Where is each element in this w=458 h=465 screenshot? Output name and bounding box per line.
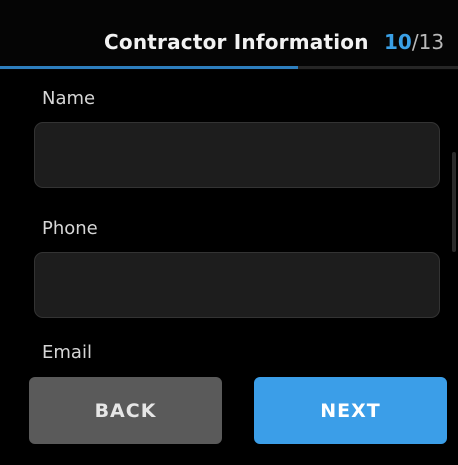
step-separator: / [411, 30, 419, 54]
footer-bar: BACK NEXT [0, 368, 458, 465]
progress-bar-fill [0, 66, 298, 69]
step-counter: 10/13 [384, 30, 444, 54]
page-title: Contractor Information [104, 30, 369, 54]
back-button[interactable]: BACK [29, 377, 222, 444]
contractor-information-screen: Contractor Information 10/13 Name Phone … [0, 0, 458, 465]
form-content: Name Phone Email [0, 70, 458, 370]
name-input[interactable] [34, 122, 440, 188]
step-current: 10 [384, 30, 412, 54]
scrollbar[interactable] [452, 152, 456, 252]
phone-input[interactable] [34, 252, 440, 318]
name-label: Name [42, 88, 96, 109]
step-total: 13 [418, 30, 445, 54]
progress-bar [0, 66, 458, 69]
header-bar: Contractor Information 10/13 [0, 0, 458, 70]
next-button[interactable]: NEXT [254, 377, 447, 444]
email-label: Email [42, 342, 92, 363]
phone-label: Phone [42, 218, 98, 239]
